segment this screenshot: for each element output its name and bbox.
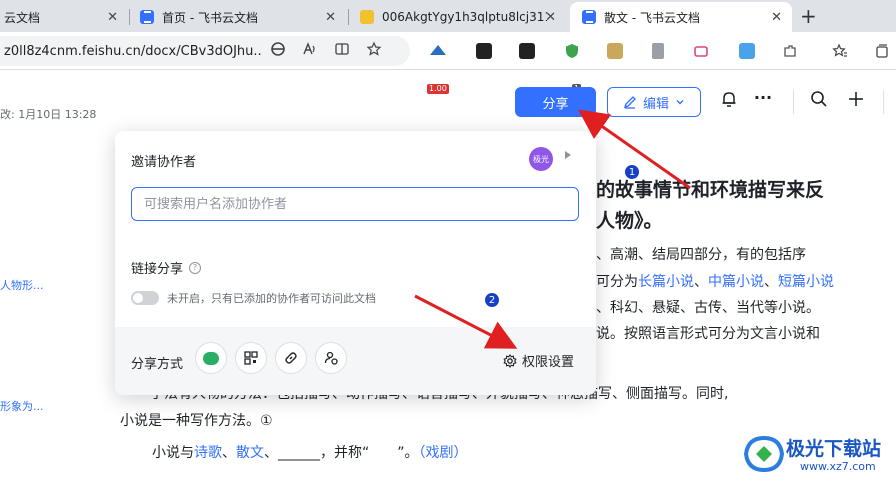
- watermark-url: www.xz7.com: [800, 460, 876, 473]
- annotation-arrows: [414, 109, 691, 349]
- watermark: 极光下载站 www.xz7.com: [738, 430, 888, 478]
- watermark-title: 极光下载站: [786, 438, 882, 460]
- watermark-logo-icon: [743, 435, 785, 473]
- annotation-marker-1: 1: [624, 164, 640, 180]
- annotation-marker-2: 2: [484, 292, 500, 308]
